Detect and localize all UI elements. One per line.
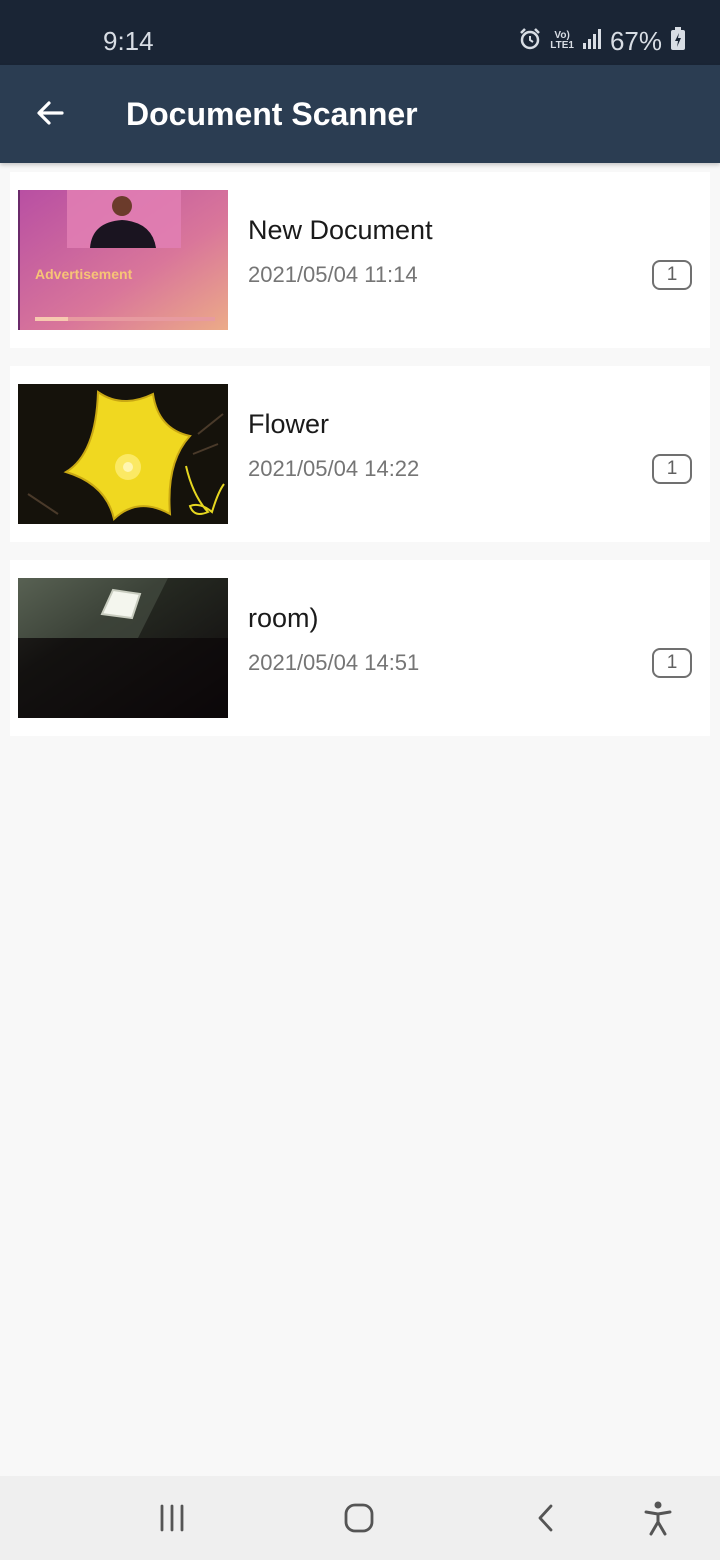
document-thumbnail: [18, 578, 228, 718]
thumbnail-ad-text: Advertisement: [35, 266, 133, 282]
network-indicator: Vo) LTE1: [550, 31, 574, 51]
document-list: Advertisement New Document 2021/05/04 11…: [10, 172, 710, 754]
document-item[interactable]: room) 2021/05/04 14:51 1: [10, 560, 710, 736]
page-title: Document Scanner: [126, 96, 418, 132]
arrow-left-icon: [37, 101, 64, 125]
accessibility-icon: [644, 1501, 672, 1536]
back-button[interactable]: [22, 85, 78, 141]
document-thumbnail: [18, 384, 228, 524]
page-count-badge: 1: [652, 648, 692, 678]
page-count-badge: 1: [652, 260, 692, 290]
document-title: New Document: [248, 215, 433, 245]
nav-back-button[interactable]: [516, 1494, 576, 1542]
lte-label: LTE1: [550, 40, 574, 51]
back-icon: [538, 1504, 553, 1532]
page-count-badge: 1: [652, 454, 692, 484]
status-icons: Vo) LTE1 67%: [518, 26, 686, 56]
status-bar: 9:14 Vo) LTE1 67%: [0, 0, 720, 65]
recent-apps-icon: [160, 1504, 184, 1532]
document-title: room): [248, 603, 319, 633]
document-item[interactable]: Advertisement New Document 2021/05/04 11…: [10, 172, 710, 348]
app-bar: Document Scanner: [0, 65, 720, 163]
accessibility-button[interactable]: [628, 1494, 688, 1542]
battery-icon: [670, 26, 686, 56]
recent-apps-button[interactable]: [142, 1494, 202, 1542]
home-button[interactable]: [329, 1494, 389, 1542]
document-thumbnail: Advertisement: [18, 190, 228, 330]
document-date: 2021/05/04 11:14: [248, 262, 418, 287]
home-icon: [344, 1503, 374, 1533]
document-item[interactable]: Flower 2021/05/04 14:22 1: [10, 366, 710, 542]
battery-percent: 67%: [609, 26, 662, 56]
document-title: Flower: [248, 409, 330, 439]
document-date: 2021/05/04 14:22: [248, 456, 420, 481]
system-nav-bar: [0, 1476, 720, 1560]
status-time: 9:14: [103, 26, 154, 56]
signal-icon: [582, 28, 602, 55]
document-date: 2021/05/04 14:51: [248, 650, 420, 675]
alarm-icon: [518, 27, 542, 56]
